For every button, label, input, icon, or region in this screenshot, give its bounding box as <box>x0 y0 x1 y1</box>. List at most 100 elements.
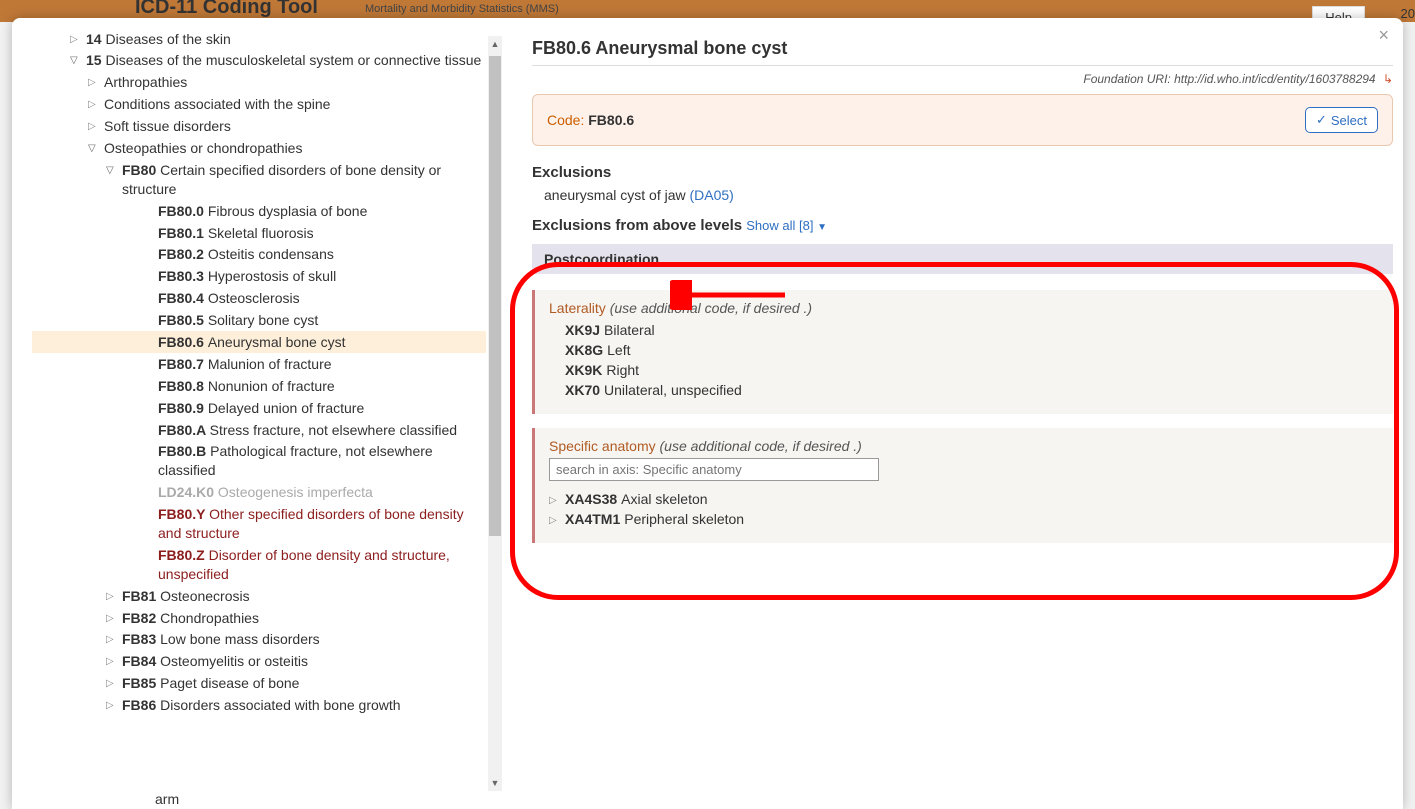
tree-item-label: FB85 Paget disease of bone <box>122 674 486 693</box>
scroll-up-icon[interactable]: ▲ <box>488 36 502 52</box>
expand-icon[interactable]: ▽ <box>70 54 82 68</box>
tree-item-label: 14 Diseases of the skin <box>86 30 486 49</box>
tree-item[interactable]: FB80.0 Fibrous dysplasia of bone <box>32 200 486 222</box>
tree-item[interactable]: FB80.Y Other specified disorders of bone… <box>32 504 486 545</box>
tree-item-label: 15 Diseases of the musculoskeletal syste… <box>86 51 486 70</box>
tree-item-label: LD24.K0 Osteogenesis imperfecta <box>158 483 486 502</box>
tree-item[interactable]: FB80.8 Nonunion of fracture <box>32 375 486 397</box>
tree-item[interactable]: LD24.K0 Osteogenesis imperfecta <box>32 482 486 504</box>
tree-item-label: FB80.Y Other specified disorders of bone… <box>158 505 486 543</box>
tree-item-label: FB80.6 Aneurysmal bone cyst <box>158 333 486 352</box>
laterality-axis-hint: (use additional code, if desired .) <box>610 300 812 316</box>
scrollbar-thumb[interactable] <box>489 56 501 536</box>
hierarchy-tree[interactable]: ▷ 14 Diseases of the skin ▽ 15 Diseases of … <box>32 28 502 779</box>
expand-icon[interactable]: ▷ <box>106 590 118 604</box>
anatomy-option[interactable]: ▷XA4TM1Peripheral skeleton <box>549 509 1379 529</box>
expand-icon[interactable]: ▷ <box>106 677 118 691</box>
tree-item[interactable]: ▷FB81 Osteonecrosis <box>32 585 486 607</box>
tree-item[interactable]: FB80.9 Delayed union of fracture <box>32 397 486 419</box>
scrollbar-track[interactable]: ▲ ▼ <box>488 36 502 791</box>
expand-icon[interactable]: ▷ <box>106 699 118 713</box>
tree-item-label: FB80.5 Solitary bone cyst <box>158 311 486 330</box>
exclusions-heading: Exclusions <box>532 164 1393 181</box>
tree-item[interactable]: FB80.2 Osteitis condensans <box>32 244 486 266</box>
laterality-option[interactable]: XK9JBilateral <box>565 320 1379 340</box>
tree-item-label: FB86 Disorders associated with bone grow… <box>122 696 486 715</box>
laterality-axis-list: XK9JBilateralXK8GLeftXK9KRightXK70Unilat… <box>549 316 1379 400</box>
tree-item-label: FB83 Low bone mass disorders <box>122 630 486 649</box>
anatomy-option[interactable]: ▷XA4S38Axial skeleton <box>549 489 1379 509</box>
external-link-icon[interactable]: ↳ <box>1383 72 1393 86</box>
expand-icon[interactable]: ▽ <box>106 164 118 178</box>
expand-icon[interactable]: ▷ <box>88 120 100 134</box>
tree-item-label: FB80.3 Hyperostosis of skull <box>158 267 486 286</box>
tree-item-label: Soft tissue disorders <box>104 117 486 136</box>
code-value: FB80.6 <box>588 112 634 128</box>
expand-icon[interactable]: ▷ <box>106 633 118 647</box>
tree-item[interactable]: ▷ 14 Diseases of the skin <box>32 28 486 50</box>
tree-item[interactable]: ▷ FB84 Osteomyelitis or osteitis <box>32 651 486 673</box>
tree-item-label: FB80 Certain specified disorders of bone… <box>122 161 486 199</box>
close-icon[interactable]: × <box>1378 26 1389 44</box>
tree-item-label: Arthropathies <box>104 73 486 92</box>
tree-item[interactable]: FB80.B Pathological fracture, not elsewh… <box>32 441 486 482</box>
tree-item[interactable]: FB80.A Stress fracture, not elsewhere cl… <box>32 419 486 441</box>
modal-backdrop: × ▷ 14 Diseases of the skin ▽ 15 Diseases o… <box>0 0 1415 809</box>
tree-item[interactable]: ▽Osteopathies or chondropathies <box>32 137 486 159</box>
tree-item-label: FB80.A Stress fracture, not elsewhere cl… <box>158 421 486 440</box>
anatomy-axis-block: Specific anatomy (use additional code, i… <box>532 428 1393 543</box>
exclusions-above-heading: Exclusions from above levels Show all [8… <box>532 217 1393 234</box>
foundation-uri: Foundation URI: http://id.who.int/icd/en… <box>532 72 1393 86</box>
tree-item-label: FB80.Z Disorder of bone density and stru… <box>158 546 486 584</box>
anatomy-axis-title: Specific anatomy <box>549 438 656 454</box>
expand-icon[interactable]: ▷ <box>70 33 82 47</box>
foundation-uri-label: Foundation URI: <box>1083 72 1170 86</box>
tree-item[interactable]: ▷ FB86 Disorders associated with bone gro… <box>32 695 486 717</box>
laterality-option[interactable]: XK8GLeft <box>565 340 1379 360</box>
tree-item[interactable]: FB80.4 Osteosclerosis <box>32 288 486 310</box>
tree-item-label: Conditions associated with the spine <box>104 95 486 114</box>
detail-title: FB80.6 Aneurysmal bone cyst <box>532 38 1393 59</box>
exclusions-above-label: Exclusions from above levels <box>532 217 742 234</box>
tree-item[interactable]: ▷ FB85 Paget disease of bone <box>32 673 486 695</box>
divider <box>532 65 1393 66</box>
tree-item[interactable]: ▷ Conditions associated with the spine <box>32 94 486 116</box>
tree-pane: ▷ 14 Diseases of the skin ▽ 15 Diseases of … <box>12 18 502 809</box>
tree-item[interactable]: FB80.1 Skeletal fluorosis <box>32 222 486 244</box>
tree-item[interactable]: FB80.6 Aneurysmal bone cyst <box>32 331 486 353</box>
chevron-down-icon: ▼ <box>817 222 827 233</box>
scroll-down-icon[interactable]: ▼ <box>488 775 502 791</box>
select-button[interactable]: ✓ Select <box>1305 107 1378 133</box>
show-all-link[interactable]: Show all [8] ▼ <box>746 218 827 233</box>
expand-icon[interactable]: ▷ <box>106 612 118 626</box>
tree-item[interactable]: FB80.7 Malunion of fracture <box>32 353 486 375</box>
anatomy-search-input[interactable] <box>549 458 879 481</box>
laterality-option[interactable]: XK9KRight <box>565 360 1379 380</box>
tree-item[interactable]: ▷ Arthropathies <box>32 72 486 94</box>
bg-continuation-text: arm <box>155 791 179 807</box>
detail-pane: FB80.6 Aneurysmal bone cyst Foundation U… <box>502 18 1403 809</box>
tree-item[interactable]: ▽ 15 Diseases of the musculoskeletal syst… <box>32 50 486 72</box>
expand-icon[interactable]: ▷ <box>106 655 118 669</box>
tree-item-label: FB80.4 Osteosclerosis <box>158 289 486 308</box>
laterality-option[interactable]: XK70Unilateral, unspecified <box>565 380 1379 400</box>
expand-icon[interactable]: ▽ <box>88 142 100 156</box>
tree-item[interactable]: FB80.Z Disorder of bone density and stru… <box>32 544 486 585</box>
foundation-uri-value: http://id.who.int/icd/entity/1603788294 <box>1174 72 1375 86</box>
expand-icon[interactable]: ▷ <box>88 76 100 90</box>
tree-item-label: FB82 Chondropathies <box>122 609 486 628</box>
tree-item[interactable]: FB80.5 Solitary bone cyst <box>32 310 486 332</box>
laterality-axis-block: Laterality (use additional code, if desi… <box>532 290 1393 414</box>
tree-item-label: FB80.1 Skeletal fluorosis <box>158 224 486 243</box>
tree-item-label: FB84 Osteomyelitis or osteitis <box>122 652 486 671</box>
expand-icon[interactable]: ▷ <box>88 98 100 112</box>
tree-item-label: FB80.2 Osteitis condensans <box>158 245 486 264</box>
laterality-axis-title: Laterality <box>549 300 606 316</box>
exclusion-code-link[interactable]: (DA05) <box>690 187 734 203</box>
tree-item[interactable]: ▷ FB83 Low bone mass disorders <box>32 629 486 651</box>
tree-item[interactable]: ▽ FB80 Certain specified disorders of bon… <box>32 159 486 200</box>
tree-item[interactable]: FB80.3 Hyperostosis of skull <box>32 266 486 288</box>
modal-panel: × ▷ 14 Diseases of the skin ▽ 15 Diseases o… <box>12 18 1403 809</box>
tree-item[interactable]: ▷ FB82 Chondropathies <box>32 607 486 629</box>
tree-item[interactable]: ▷ Soft tissue disorders <box>32 116 486 138</box>
